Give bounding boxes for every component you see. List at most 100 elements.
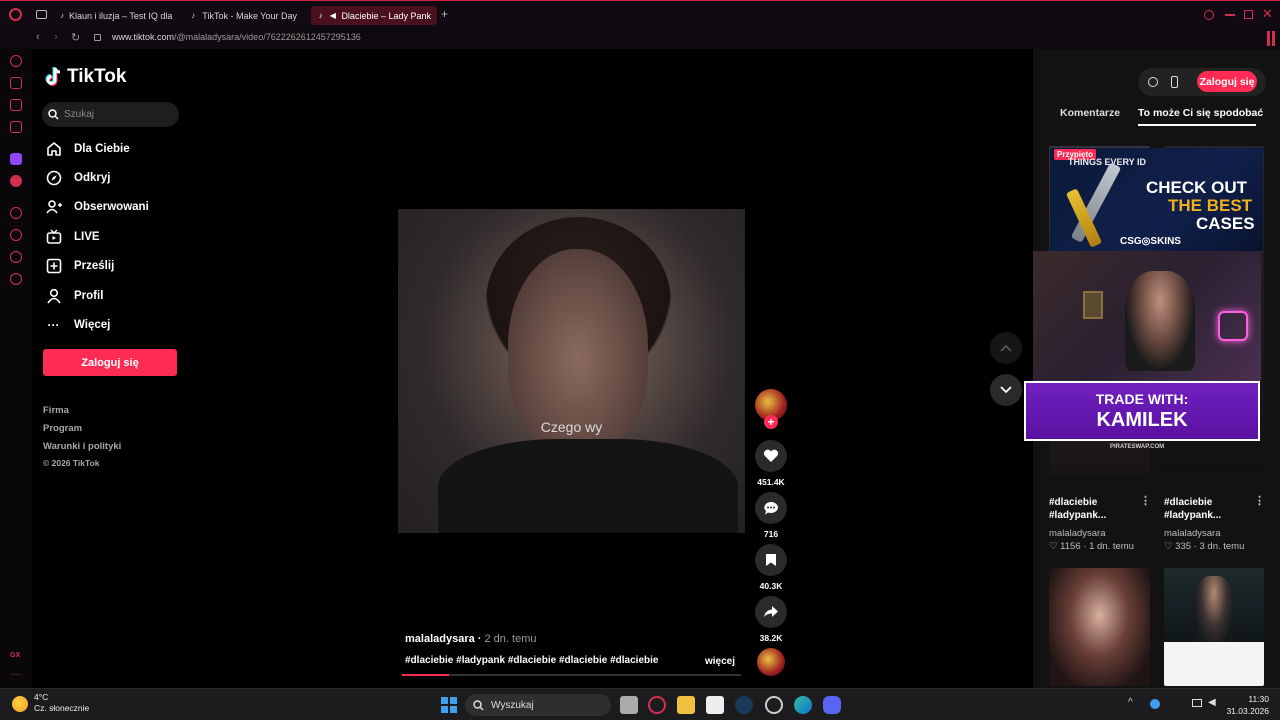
tab-overview-icon[interactable] bbox=[36, 10, 47, 19]
video-hashtags[interactable]: #dlaciebie #ladypank #dlaciebie #dlacieb… bbox=[405, 655, 658, 666]
comment-icon[interactable] bbox=[755, 492, 787, 524]
heart-icon[interactable] bbox=[755, 440, 787, 472]
windows-start-icon[interactable] bbox=[441, 697, 457, 713]
gx-icon[interactable]: GX bbox=[10, 652, 20, 659]
close-window-button[interactable]: ✕ bbox=[1262, 6, 1273, 22]
file-explorer-icon[interactable] bbox=[677, 696, 695, 714]
minimize-button[interactable] bbox=[1225, 14, 1235, 16]
store-icon[interactable] bbox=[706, 696, 724, 714]
back-icon[interactable]: ‹ bbox=[36, 31, 40, 43]
settings-icon[interactable] bbox=[10, 273, 22, 285]
search-tabs-icon[interactable] bbox=[1204, 10, 1214, 20]
nav-item-dla-ciebie[interactable]: Dla Ciebie bbox=[45, 138, 130, 160]
save-action[interactable]: 40.3K bbox=[755, 544, 787, 591]
search-box[interactable] bbox=[42, 102, 179, 127]
music-disc-avatar[interactable] bbox=[757, 648, 785, 676]
new-tab-button[interactable]: + bbox=[441, 7, 448, 21]
card-2-menu-icon[interactable]: ⋮ bbox=[1254, 494, 1265, 507]
footer-link-program[interactable]: Program bbox=[43, 423, 82, 434]
trade-line-2: KAMILEK bbox=[1096, 409, 1188, 431]
opera-gx-app-icon[interactable] bbox=[648, 696, 666, 714]
search-input[interactable] bbox=[64, 109, 169, 120]
bookmark-icon[interactable] bbox=[755, 544, 787, 576]
nav-item-odkryj[interactable]: Odkryj bbox=[45, 167, 110, 189]
follow-button[interactable]: + bbox=[764, 415, 778, 429]
nav-item-przeslij[interactable]: Prześlij bbox=[45, 255, 114, 277]
weather-icon[interactable] bbox=[12, 696, 28, 712]
video-progress-bar[interactable] bbox=[402, 674, 741, 676]
tray-chevron-icon[interactable]: ^ bbox=[1128, 697, 1133, 708]
comment-action[interactable]: 716 bbox=[755, 492, 787, 539]
tab-comments[interactable]: Komentarze bbox=[1060, 107, 1120, 119]
tab-suggestions[interactable]: To może Ci się spodobać bbox=[1138, 107, 1263, 119]
messenger-icon[interactable] bbox=[10, 99, 22, 111]
card-1-menu-icon[interactable]: ⋮ bbox=[1140, 494, 1151, 507]
thumbnail-4[interactable] bbox=[1164, 568, 1264, 686]
nav-item-obserwowani[interactable]: Obserwowani bbox=[45, 196, 149, 218]
tab-klaun[interactable]: ♪ Klaun i iluzja – Test IQ dla ... bbox=[54, 6, 174, 25]
nav-item-live[interactable]: LIVE bbox=[45, 226, 100, 248]
opera-logo-icon[interactable] bbox=[9, 8, 22, 21]
video-author[interactable]: malaladysara · 2 dn. temu bbox=[405, 633, 536, 645]
video-player[interactable]: Czego wy bbox=[398, 209, 745, 533]
tab-tiktok[interactable]: ♪ TikTok - Make Your Day bbox=[183, 6, 303, 25]
network-icon[interactable] bbox=[1192, 699, 1202, 707]
extensions-icon[interactable] bbox=[10, 251, 22, 263]
previous-video-button[interactable] bbox=[990, 332, 1022, 364]
phone-icon[interactable] bbox=[1171, 76, 1178, 88]
history-icon[interactable] bbox=[10, 229, 22, 241]
thumbnail-3[interactable] bbox=[1049, 568, 1150, 686]
search-icon bbox=[48, 109, 59, 120]
nav-item-profil[interactable]: Profil bbox=[45, 285, 103, 307]
card-2-user[interactable]: malaladysara bbox=[1164, 528, 1221, 539]
youtube-icon[interactable] bbox=[10, 175, 22, 187]
url-field[interactable]: www.tiktok.com/@malaladysara/video/76222… bbox=[112, 32, 361, 42]
speed-dial-icon[interactable] bbox=[10, 55, 22, 67]
opera-menu-icon[interactable] bbox=[1267, 31, 1270, 46]
ad-csgo[interactable]: Przypięto THINGS EVERY ID CHECK OUT THE … bbox=[1050, 148, 1263, 251]
reload-icon[interactable]: ↻ bbox=[71, 31, 80, 44]
steam-icon[interactable] bbox=[735, 696, 753, 714]
next-video-button[interactable] bbox=[990, 374, 1022, 406]
wifi-icon[interactable] bbox=[1150, 699, 1160, 709]
card-2-title[interactable]: #dlaciebie #ladypank... bbox=[1164, 496, 1259, 522]
nav-item-wiecej[interactable]: ··· Więcej bbox=[45, 314, 111, 336]
weather-widget[interactable]: 4°C Cz. słonecznie bbox=[34, 692, 89, 714]
card-1-title[interactable]: #dlaciebie #ladypank... bbox=[1049, 496, 1144, 522]
active-tab-underline bbox=[1138, 124, 1256, 126]
share-action[interactable]: 38.2K bbox=[755, 596, 787, 643]
tiktok-favicon-icon: ♪ bbox=[60, 11, 64, 20]
ad-stream[interactable] bbox=[1033, 251, 1261, 381]
lock-icon bbox=[94, 34, 101, 41]
login-button[interactable]: Zaloguj się bbox=[43, 349, 177, 376]
tiktok-logo[interactable]: TikTok bbox=[45, 66, 126, 88]
volume-icon[interactable]: ◀ bbox=[1208, 697, 1216, 708]
app-icon[interactable] bbox=[765, 696, 783, 714]
news-icon[interactable] bbox=[10, 121, 22, 133]
share-icon[interactable] bbox=[755, 596, 787, 628]
task-view-icon[interactable] bbox=[620, 696, 638, 714]
compass-small-icon[interactable] bbox=[1148, 77, 1158, 87]
forward-icon[interactable]: › bbox=[54, 31, 58, 43]
taskbar-search[interactable]: Wyszukaj bbox=[465, 694, 611, 716]
maximize-button[interactable] bbox=[1244, 10, 1253, 19]
sidebar-more-icon[interactable]: ··· bbox=[11, 669, 21, 680]
tab-dlaciebie[interactable]: ♪ ◀ Dlaciebie – Lady Pank bbox=[311, 6, 437, 25]
discord-icon[interactable] bbox=[823, 696, 841, 714]
ad-trade[interactable]: TRADE WITH: KAMILEK bbox=[1024, 381, 1260, 441]
clock[interactable]: 11:30 31.03.2026 bbox=[1225, 693, 1269, 717]
card-1-user[interactable]: malaladysara bbox=[1049, 528, 1106, 539]
footer-link-terms[interactable]: Warunki i polityki bbox=[43, 441, 121, 452]
share-count: 38.2K bbox=[759, 633, 783, 643]
edge-icon[interactable] bbox=[794, 696, 812, 714]
like-action[interactable]: 451.4K bbox=[755, 440, 787, 487]
login-button-top[interactable]: Zaloguj się bbox=[1197, 71, 1257, 92]
more-button[interactable]: więcej bbox=[705, 656, 735, 667]
speaker-icon[interactable]: ◀ bbox=[329, 11, 336, 20]
ad-headline-3: CASES bbox=[1196, 214, 1255, 233]
ad-headline-2: THE BEST bbox=[1168, 196, 1253, 215]
footer-link-firma[interactable]: Firma bbox=[43, 405, 69, 416]
twitch-icon[interactable] bbox=[10, 153, 22, 165]
player-icon[interactable] bbox=[10, 207, 22, 219]
shopping-icon[interactable] bbox=[10, 77, 22, 89]
